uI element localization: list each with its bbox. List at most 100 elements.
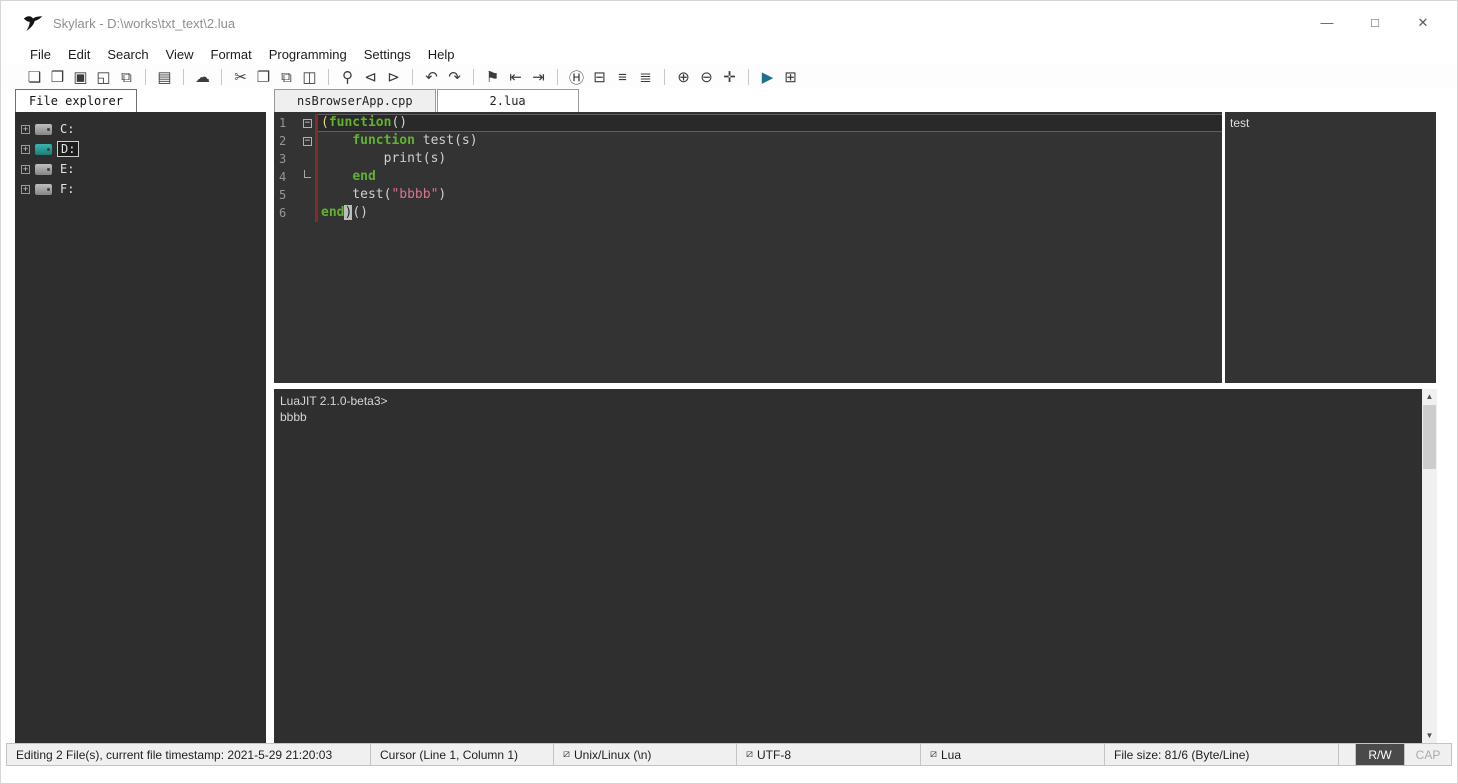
console-panel[interactable]: LuaJIT 2.1.0-beta3> bbbb [274, 389, 1422, 743]
toolbar-separator [664, 69, 665, 85]
expand-icon[interactable]: + [21, 124, 30, 134]
status-readwrite-toggle[interactable]: R/W [1355, 744, 1405, 765]
code-token-plain: ) [438, 187, 447, 202]
status-language[interactable]: ⧄ Lua [921, 744, 1105, 765]
wrap-lines-icon[interactable]: ≡ [611, 66, 634, 88]
code-line[interactable]: 3 print(s) [274, 150, 1222, 168]
code-text: print(s) [318, 150, 1222, 168]
tree-item-drive-f[interactable]: + F: [21, 179, 266, 199]
toolbar-separator [473, 69, 474, 85]
save-as-icon[interactable]: ◱ [92, 66, 115, 88]
fold-margin[interactable] [300, 186, 315, 204]
menu-item-programming[interactable]: Programming [261, 45, 356, 64]
scroll-up-icon[interactable]: ▲ [1422, 389, 1437, 404]
expand-icon[interactable]: + [21, 164, 30, 174]
window-title: Skylark - D:\works\txt_text\2.lua [53, 15, 236, 31]
new-file-icon[interactable]: ❏ [23, 66, 46, 88]
code-line[interactable]: 5 test("bbbb") [274, 186, 1222, 204]
app-logo-icon [23, 14, 45, 32]
cut-icon[interactable]: ✂ [229, 66, 252, 88]
expand-icon[interactable]: + [21, 144, 30, 154]
line-number: 2 [279, 134, 287, 148]
code-line[interactable]: 4 end [274, 168, 1222, 186]
file-info-icon[interactable]: ≣ [634, 66, 657, 88]
status-encoding[interactable]: ⧄ UTF-8 [737, 744, 921, 765]
symbol-item[interactable]: test [1225, 114, 1436, 132]
menu-item-file[interactable]: File [22, 45, 60, 64]
menu-item-help[interactable]: Help [420, 45, 464, 64]
tab-2-lua[interactable]: 2.lua [436, 89, 579, 112]
console-line: LuaJIT 2.1.0-beta3> [280, 394, 388, 408]
find-prev-icon[interactable]: ⊲ [359, 66, 382, 88]
code-text: test("bbbb") [318, 186, 1222, 204]
scroll-down-icon[interactable]: ▼ [1422, 728, 1437, 743]
expand-icon[interactable]: + [21, 184, 30, 194]
encoding-label: UTF-8 [757, 747, 791, 762]
copy-icon[interactable]: ❐ [252, 66, 275, 88]
run-terminal-icon[interactable]: ⊞ [779, 66, 802, 88]
code-token-kw: function [328, 115, 392, 130]
maximize-button[interactable]: □ [1367, 15, 1383, 31]
clipboard-icon[interactable]: ◫ [298, 66, 321, 88]
undo-icon[interactable]: ↶ [420, 66, 443, 88]
paste-icon[interactable]: ⧉ [275, 66, 298, 88]
run-script-icon[interactable]: ▶ [756, 66, 779, 88]
save-all-icon[interactable]: ⧉ [115, 66, 138, 88]
find-next-icon[interactable]: ⊳ [382, 66, 405, 88]
tab-file-explorer[interactable]: File explorer [15, 89, 137, 112]
remote-cloud-icon[interactable]: ☁ [191, 66, 214, 88]
fold-collapse-icon[interactable]: − [303, 118, 312, 128]
menu-item-settings[interactable]: Settings [356, 45, 420, 64]
search-icon[interactable]: ⚲ [336, 66, 359, 88]
fold-margin[interactable] [300, 168, 315, 186]
code-line[interactable]: 2 − function test(s) [274, 132, 1222, 150]
tree-item-drive-d[interactable]: + D: [21, 139, 266, 159]
tree-item-drive-c[interactable]: + C: [21, 119, 266, 139]
toolbar: ❏ ❒ ▣ ◱ ⧉ ▤ ☁ ✂ ❐ ⧉ ◫ ⚲ ⊲ ⊳ ↶ ↷ ⚑ ⇤ ⇥ Ⓗ ⊟ ≡ ≣ ⊕ ⊖ ✛ ▶ ⊞ [1, 65, 1457, 89]
tab-nsbrowserapp-cpp[interactable]: nsBrowserApp.cpp [274, 89, 436, 112]
status-capslock-indicator: CAP [1415, 747, 1441, 762]
code-token-brace: ( [321, 115, 329, 130]
tab-bar: nsBrowserApp.cpp 2.lua [274, 89, 580, 112]
close-button[interactable]: ✕ [1415, 15, 1431, 31]
bookmark-icon[interactable]: ⚑ [481, 66, 504, 88]
menu-item-search[interactable]: Search [99, 45, 157, 64]
minimize-button[interactable]: — [1319, 15, 1335, 31]
fold-margin[interactable]: − [300, 132, 315, 150]
line-number: 1 [279, 116, 287, 130]
scrollbar-thumb[interactable] [1423, 405, 1436, 469]
code-line[interactable]: 1 − (function() [274, 114, 1222, 132]
fold-margin[interactable]: − [300, 114, 315, 132]
print-icon[interactable]: ▤ [153, 66, 176, 88]
save-icon[interactable]: ▣ [69, 66, 92, 88]
drive-label: C: [60, 122, 75, 136]
open-file-icon[interactable]: ❒ [46, 66, 69, 88]
print-preview-icon[interactable]: ⊟ [588, 66, 611, 88]
zoom-out-icon[interactable]: ⊖ [695, 66, 718, 88]
prev-bookmark-icon[interactable]: ⇤ [504, 66, 527, 88]
menu-item-edit[interactable]: Edit [60, 45, 99, 64]
console-scrollbar[interactable]: ▲ ▼ [1422, 389, 1437, 743]
code-line[interactable]: 6 end)() [274, 204, 1222, 222]
fold-collapse-icon[interactable]: − [303, 136, 312, 146]
menu-item-format[interactable]: Format [203, 45, 261, 64]
app-window: Skylark - D:\works\txt_text\2.lua — □ ✕ … [0, 0, 1458, 784]
menu-item-view[interactable]: View [158, 45, 203, 64]
editor-lines: 1− (function() 2− function test(s) 3 print(… [274, 114, 1222, 222]
hex-view-icon[interactable]: Ⓗ [565, 66, 588, 88]
drive-label: E: [60, 162, 75, 176]
code-editor[interactable]: 1− (function() 2− function test(s) 3 print(… [274, 112, 1222, 383]
toolbar-separator [328, 69, 329, 85]
zoom-in-icon[interactable]: ⊕ [672, 66, 695, 88]
fullscreen-icon[interactable]: ✛ [718, 66, 741, 88]
redo-icon[interactable]: ↷ [443, 66, 466, 88]
toolbar-separator [145, 69, 146, 85]
next-bookmark-icon[interactable]: ⇥ [527, 66, 550, 88]
status-eol-mode[interactable]: ⧄ Unix/Linux (\n) [554, 744, 737, 765]
code-token-str: "bbbb" [391, 187, 439, 202]
fold-margin[interactable] [300, 150, 315, 168]
fold-margin[interactable] [300, 204, 315, 222]
tree-item-drive-e[interactable]: + E: [21, 159, 266, 179]
